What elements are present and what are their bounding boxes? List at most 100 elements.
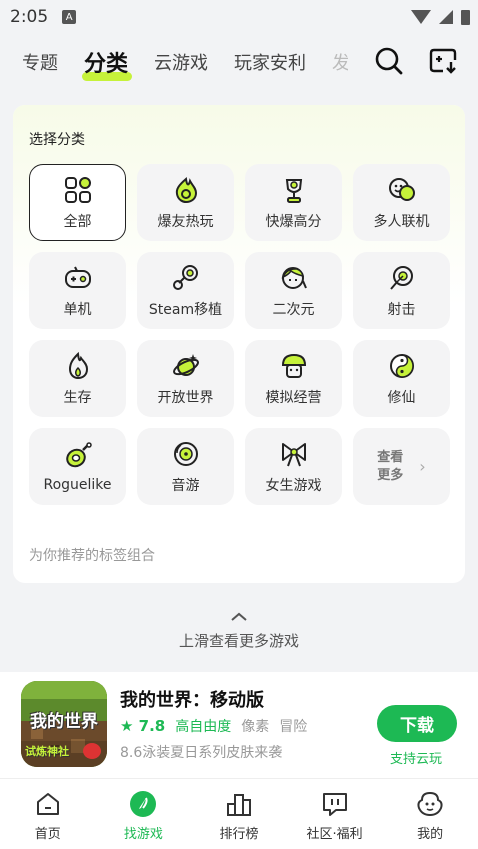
- game-download-icon: [429, 48, 457, 74]
- tab-label: 我的: [417, 827, 444, 842]
- category-girls-games[interactable]: 女生游戏: [245, 428, 342, 505]
- category-music-game[interactable]: 音游: [137, 428, 234, 505]
- category-label: 快爆高分: [265, 213, 322, 230]
- category-survival[interactable]: 生存: [29, 340, 126, 417]
- view-more-label-line2: 更多: [377, 467, 404, 483]
- mushroom-icon: [281, 353, 306, 378]
- view-more-label-line1: 查看: [377, 449, 404, 465]
- category-label: 多人联机: [373, 213, 430, 230]
- trophy-icon: [285, 178, 302, 203]
- tab-discover[interactable]: 发: [332, 49, 348, 75]
- category-cultivation[interactable]: 修仙: [353, 340, 450, 417]
- game-tag[interactable]: 高自由度: [175, 716, 231, 736]
- status-bar: 2:05 A: [0, 0, 478, 34]
- status-time: 2:05: [10, 7, 49, 27]
- swipe-up-text: 上滑查看更多游戏: [178, 632, 299, 650]
- category-label: 二次元: [272, 301, 315, 318]
- search-button[interactable]: [372, 44, 406, 78]
- game-icon[interactable]: 我的世界 试炼神社: [21, 681, 107, 767]
- category-label: 开放世界: [157, 389, 214, 406]
- category-panel: 选择分类 全部 爆友热玩 快爆高分 多人联机 单机 Steam移植 二次元 射击…: [13, 105, 465, 583]
- category-label: Steam移植: [148, 301, 223, 318]
- game-list-item[interactable]: 我的世界 试炼神社 我的世界：移动版 ★ 7.8 高自由度 像素 冒险 8.6泳…: [0, 672, 478, 778]
- cloud-play-link[interactable]: 支持云玩: [390, 748, 442, 767]
- battery-icon: [461, 9, 470, 25]
- steam-icon: [172, 264, 198, 290]
- category-open-world[interactable]: 开放世界: [137, 340, 234, 417]
- tab-profile[interactable]: 我的: [390, 789, 470, 842]
- chevron-right-icon: ›: [419, 457, 426, 476]
- category-label: 单机: [63, 301, 92, 318]
- tab-label: 排行榜: [219, 827, 259, 842]
- anime-icon: [280, 266, 307, 289]
- profile-icon: [417, 791, 443, 817]
- meat-icon: [65, 441, 92, 467]
- category-panel-title: 选择分类: [29, 132, 85, 148]
- bow-icon: [281, 442, 306, 466]
- category-label: 全部: [63, 213, 92, 230]
- tab-label: 首页: [34, 827, 61, 842]
- game-tag[interactable]: 冒险: [279, 716, 307, 736]
- compass-icon: [130, 791, 157, 817]
- game-icon-subtitle: 试炼神社: [25, 745, 69, 758]
- category-anime[interactable]: 二次元: [245, 252, 342, 329]
- flame-icon: [68, 351, 88, 379]
- top-nav: 专题 分类 云游戏 玩家安利 发: [0, 34, 478, 90]
- game-download-button[interactable]: [426, 44, 460, 78]
- wifi-icon: [411, 10, 431, 24]
- publisher-logo-icon: [83, 743, 101, 759]
- category-label: 射击: [387, 301, 416, 318]
- category-single-player[interactable]: 单机: [29, 252, 126, 329]
- category-top-rated[interactable]: 快爆高分: [245, 164, 342, 241]
- category-label: 模拟经营: [265, 389, 322, 406]
- yin-yang-icon: [389, 353, 414, 378]
- game-score: ★ 7.8: [120, 717, 166, 735]
- search-icon: [375, 47, 403, 75]
- category-view-more[interactable]: 查看 更多 ›: [353, 428, 450, 505]
- tab-cloud-games[interactable]: 云游戏: [154, 49, 208, 75]
- category-label: 爆友热玩: [157, 213, 214, 230]
- category-label: 修仙: [387, 389, 416, 406]
- notification-badge: A: [62, 10, 77, 24]
- multiplayer-icon: [388, 177, 415, 201]
- community-icon: [322, 793, 347, 816]
- game-tag[interactable]: 像素: [241, 716, 269, 736]
- bottom-tab-bar: 首页 找游戏 排行榜 社区·福利 我的: [0, 778, 478, 849]
- category-roguelike[interactable]: Roguelike: [29, 428, 126, 505]
- status-icons: [411, 9, 470, 25]
- game-icon-title: 我的世界: [30, 712, 98, 732]
- music-disc-icon: [173, 441, 198, 466]
- category-multiplayer[interactable]: 多人联机: [353, 164, 450, 241]
- category-label: 女生游戏: [265, 477, 322, 494]
- category-shooter[interactable]: 射击: [353, 252, 450, 329]
- category-steam-port[interactable]: Steam移植: [137, 252, 234, 329]
- tab-home[interactable]: 首页: [8, 789, 88, 842]
- category-hot[interactable]: 爆友热玩: [137, 164, 234, 241]
- tab-topics[interactable]: 专题: [22, 49, 58, 75]
- fire-icon: [175, 176, 197, 203]
- game-meta: ★ 7.8 高自由度 像素 冒险: [120, 716, 317, 736]
- download-button[interactable]: 下载: [377, 705, 457, 742]
- game-description: 8.6泳装夏日系列皮肤来袭: [120, 745, 283, 761]
- category-simulation[interactable]: 模拟经营: [245, 340, 342, 417]
- signal-icon: [439, 10, 453, 24]
- ranking-icon: [226, 794, 251, 816]
- recommended-tags-heading: 为你推荐的标签组合: [29, 548, 155, 564]
- chevron-up-icon: [231, 612, 247, 621]
- category-grid: 全部 爆友热玩 快爆高分 多人联机 单机 Steam移植 二次元 射击 生存 开…: [29, 164, 450, 505]
- gamepad-icon: [64, 266, 91, 288]
- planet-icon: [172, 353, 199, 376]
- tab-label: 社区·福利: [306, 827, 363, 842]
- swipe-up-hint[interactable]: 上滑查看更多游戏: [0, 612, 478, 651]
- tab-community[interactable]: 社区·福利: [295, 789, 375, 842]
- tab-find-games[interactable]: 找游戏: [103, 789, 183, 842]
- tab-rankings[interactable]: 排行榜: [199, 789, 279, 842]
- category-all[interactable]: 全部: [29, 164, 126, 241]
- grid-icon: [64, 176, 91, 203]
- target-icon: [389, 265, 413, 290]
- category-label: 生存: [63, 389, 92, 406]
- tab-categories[interactable]: 分类: [81, 46, 133, 81]
- tab-player-recommends[interactable]: 玩家安利: [234, 49, 306, 75]
- tab-label: 找游戏: [123, 827, 163, 842]
- game-title[interactable]: 我的世界：移动版: [120, 686, 264, 712]
